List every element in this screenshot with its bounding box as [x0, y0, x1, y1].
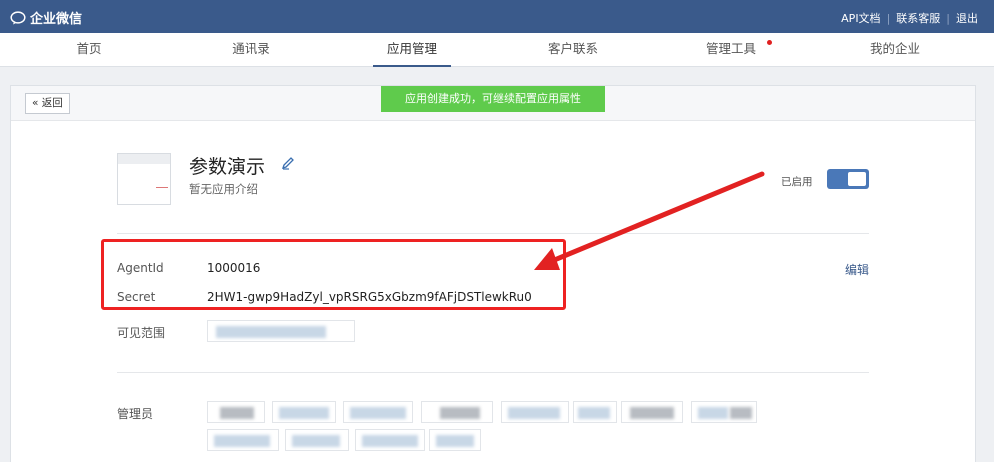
admin-chip[interactable]	[272, 401, 336, 423]
status-label: 已启用	[781, 176, 813, 188]
logo[interactable]: 企业微信	[10, 8, 82, 27]
top-bar: 企业微信 API文档 | 联系客服 | 退出	[0, 0, 994, 33]
api-docs-link[interactable]: API文档	[841, 10, 880, 26]
admin-chip[interactable]	[429, 429, 481, 451]
annotation-highlight-box	[101, 239, 566, 310]
back-button[interactable]: « 返回	[25, 93, 70, 114]
admin-chip[interactable]	[621, 401, 683, 423]
admins-label: 管理员	[117, 407, 154, 421]
tab-admin-tools-label: 管理工具	[705, 41, 756, 56]
app-description: 暂无应用介绍	[189, 182, 258, 196]
admin-chip[interactable]	[207, 429, 279, 451]
notification-dot	[767, 40, 772, 45]
tab-contacts[interactable]: 通讯录	[218, 33, 284, 67]
admin-chip[interactable]	[501, 401, 569, 423]
admin-chip[interactable]	[207, 401, 265, 423]
admin-chip[interactable]	[421, 401, 493, 423]
tab-home[interactable]: 首页	[58, 33, 120, 67]
enable-toggle[interactable]	[827, 169, 869, 189]
separator: |	[886, 11, 891, 25]
tab-admin-tools[interactable]: 管理工具	[698, 33, 772, 67]
edit-link[interactable]: 编辑	[845, 261, 869, 278]
tab-app-management[interactable]: 应用管理	[373, 33, 451, 67]
admin-chip[interactable]	[355, 429, 425, 451]
divider	[117, 372, 869, 373]
admin-chip[interactable]	[691, 401, 757, 423]
logout-link[interactable]: 退出	[956, 10, 978, 26]
app-detail-panel: « 返回 应用创建成功，可继续配置应用属性 参数演示 暂无应用介绍 已启用 Ag…	[10, 85, 976, 462]
logo-text: 企业微信	[30, 12, 83, 27]
visible-range-label: 可见范围	[117, 326, 166, 340]
success-toast: 应用创建成功，可继续配置应用属性	[381, 86, 605, 112]
double-chevron-left-icon: «	[32, 97, 39, 109]
admin-chip[interactable]	[573, 401, 617, 423]
separator: |	[946, 11, 950, 25]
divider	[117, 233, 869, 234]
chat-bubble-icon	[10, 10, 26, 24]
visible-range-chip[interactable]	[207, 320, 355, 342]
app-name: 参数演示	[189, 156, 266, 178]
top-links: API文档 | 联系客服 | 退出	[841, 10, 978, 26]
admin-chip[interactable]	[343, 401, 413, 423]
tab-customer-contact[interactable]: 客户联系	[536, 33, 610, 67]
main-nav: 首页 通讯录 应用管理 客户联系 管理工具 我的企业	[0, 33, 994, 67]
admin-chip[interactable]	[285, 429, 349, 451]
tab-my-enterprise[interactable]: 我的企业	[858, 33, 932, 67]
pencil-icon[interactable]	[281, 156, 295, 170]
toggle-knob	[848, 172, 866, 186]
support-link[interactable]: 联系客服	[896, 10, 940, 26]
app-logo[interactable]	[117, 153, 171, 205]
back-button-label: 返回	[41, 97, 63, 109]
